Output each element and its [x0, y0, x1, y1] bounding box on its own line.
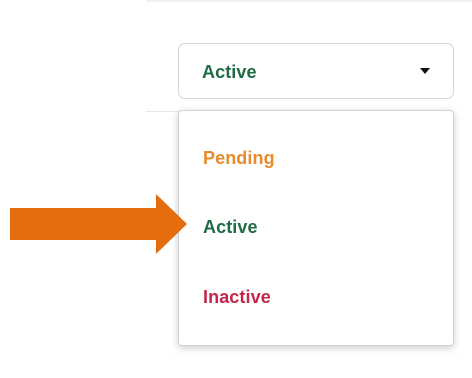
dropdown-option-active[interactable]: Active [203, 213, 258, 241]
dropdown-option-pending[interactable]: Pending [203, 144, 275, 172]
status-select-value: Active [202, 62, 257, 82]
annotation-arrow-shaft [10, 208, 158, 240]
annotation-arrow-icon [156, 194, 187, 254]
top-divider [146, 0, 472, 2]
section-divider [146, 111, 180, 112]
status-dropdown-menu: Pending Active Inactive [178, 110, 454, 346]
caret-down-icon[interactable] [420, 68, 430, 74]
status-select[interactable]: Active [178, 43, 454, 99]
dropdown-option-inactive[interactable]: Inactive [203, 283, 271, 311]
